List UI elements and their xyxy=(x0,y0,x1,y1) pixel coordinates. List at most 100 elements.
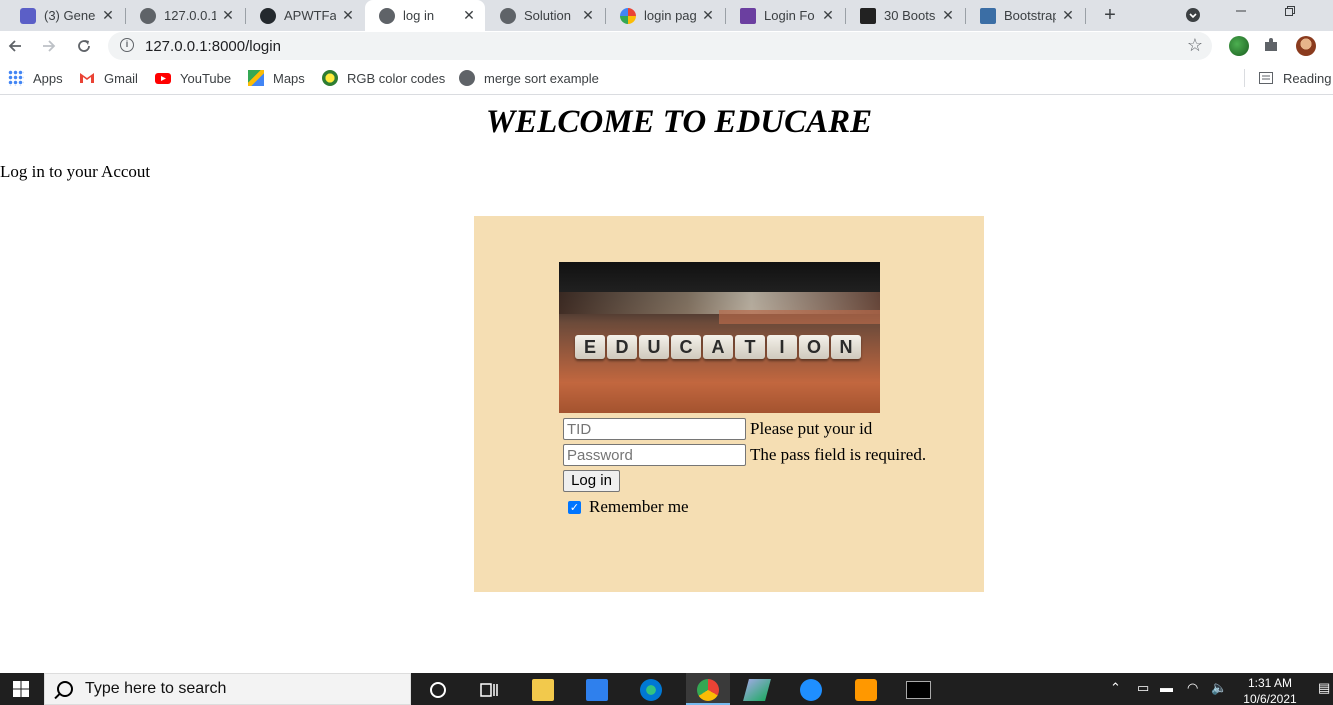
tab-google[interactable]: login pag ✕ xyxy=(606,0,724,31)
tab-title: Login Fo xyxy=(764,8,815,23)
globe-icon xyxy=(500,7,516,24)
tab-github[interactable]: APWTFall ✕ xyxy=(246,0,364,31)
extensions-puzzle-icon[interactable] xyxy=(1262,36,1282,56)
page-content: WELCOME TO EDUCARE Log in to your Accout… xyxy=(0,96,1333,673)
letter-cube: E xyxy=(575,335,605,359)
colorlib-icon xyxy=(740,7,756,24)
system-clock[interactable]: 1:31 AM 10/6/2021 xyxy=(1238,675,1302,705)
password-error-text: The pass field is required. xyxy=(750,445,927,464)
notifications-icon[interactable]: ▤ xyxy=(1318,680,1330,696)
bookmark-apps[interactable]: Apps xyxy=(8,69,63,87)
bookmark-youtube[interactable]: YouTube xyxy=(155,69,231,87)
cortana-icon[interactable] xyxy=(427,679,449,701)
letter-cube: D xyxy=(607,335,637,359)
edge-icon[interactable] xyxy=(640,679,662,701)
remember-me-checkbox[interactable]: ✓ xyxy=(568,500,581,514)
bootstrap-icon xyxy=(980,7,996,24)
close-icon[interactable]: ✕ xyxy=(1060,7,1076,24)
tab-solution[interactable]: Solution ✕ xyxy=(486,0,604,31)
tray-chevron-icon[interactable]: ⌃ xyxy=(1110,680,1121,696)
volume-icon[interactable]: 🔈 xyxy=(1211,680,1227,696)
password-input[interactable] xyxy=(563,444,746,466)
tab-teams[interactable]: (3) Gener ✕ xyxy=(6,0,124,31)
forward-arrow-icon[interactable] xyxy=(38,35,60,57)
apps-grid-icon xyxy=(8,70,24,86)
terminal-icon[interactable] xyxy=(906,681,931,699)
letter-cube: T xyxy=(735,335,765,359)
letter-cube: C xyxy=(671,335,701,359)
close-icon[interactable]: ✕ xyxy=(940,7,956,24)
close-icon[interactable]: ✕ xyxy=(340,7,356,24)
letter-cube: I xyxy=(767,335,797,359)
globe-icon xyxy=(379,7,395,24)
tid-input[interactable] xyxy=(563,418,746,440)
bookmark-gmail[interactable]: Gmail xyxy=(79,69,138,87)
tab-login-form[interactable]: Login Fo ✕ xyxy=(726,0,844,31)
login-button[interactable]: Log in xyxy=(563,470,620,492)
wifi-icon[interactable]: ◠ xyxy=(1187,680,1198,696)
teamviewer-icon[interactable] xyxy=(800,679,822,701)
globe-icon xyxy=(459,70,475,86)
reading-list-icon xyxy=(1258,70,1274,86)
reload-icon[interactable] xyxy=(73,35,95,57)
close-icon[interactable]: ✕ xyxy=(461,7,477,24)
tab-title: 30 Boots xyxy=(884,8,936,23)
letter-cube: U xyxy=(639,335,669,359)
extension-globe-icon[interactable] xyxy=(1229,36,1249,56)
password-row: The pass field is required. xyxy=(563,444,926,466)
back-arrow-icon[interactable] xyxy=(4,35,26,57)
meet-now-icon[interactable]: ▭ xyxy=(1137,680,1149,696)
tab-login-active[interactable]: log in ✕ xyxy=(365,0,485,31)
tid-row: Please put your id xyxy=(563,418,872,440)
tab-search-icon[interactable] xyxy=(1178,4,1208,26)
letter-cubes: E D U C A T I O N xyxy=(575,335,861,359)
windows-start-icon[interactable] xyxy=(0,673,42,705)
tab-title: APWTFall xyxy=(284,8,336,23)
page-title: WELCOME TO EDUCARE xyxy=(485,104,873,140)
profile-avatar[interactable] xyxy=(1296,36,1316,56)
close-icon[interactable]: ✕ xyxy=(700,7,716,24)
mail-icon[interactable] xyxy=(586,679,608,701)
restore-icon[interactable] xyxy=(1275,0,1305,22)
tab-bootstrap[interactable]: Bootstrap ✕ xyxy=(966,0,1084,31)
close-icon[interactable]: ✕ xyxy=(100,7,116,24)
teams-icon xyxy=(20,7,36,24)
task-view-icon[interactable] xyxy=(478,679,500,701)
maps-icon xyxy=(248,70,264,86)
tab-title: Bootstrap xyxy=(1004,8,1056,23)
chrome-taskbar-button[interactable] xyxy=(686,673,730,705)
tab-title: (3) Gener xyxy=(44,8,96,23)
site-info-icon[interactable]: i xyxy=(120,38,134,52)
sublime-text-icon[interactable] xyxy=(855,679,877,701)
tab-separator xyxy=(1085,8,1086,24)
clock-time: 1:31 AM xyxy=(1247,676,1293,690)
app-icon[interactable] xyxy=(743,679,771,701)
reading-list-button[interactable]: Reading xyxy=(1244,69,1331,87)
bookmarks-bar: Apps Gmail YouTube Maps RGB color codes … xyxy=(0,62,1333,95)
new-tab-button[interactable]: + xyxy=(1100,0,1120,31)
tab-localhost[interactable]: 127.0.0.1 ✕ xyxy=(126,0,244,31)
file-explorer-icon[interactable] xyxy=(532,679,554,701)
bookmark-star-icon[interactable]: ☆ xyxy=(1187,35,1203,56)
chrome-icon xyxy=(697,679,719,701)
f-icon xyxy=(860,7,876,24)
tab-bootstrap-30[interactable]: 30 Boots ✕ xyxy=(846,0,964,31)
remember-me-row: ✓ Remember me xyxy=(568,497,689,517)
taskbar-search[interactable]: Type here to search xyxy=(44,673,411,705)
minimize-icon[interactable] xyxy=(1226,0,1256,22)
bookmark-maps[interactable]: Maps xyxy=(248,69,305,87)
bookmark-label: YouTube xyxy=(180,70,232,86)
url-text[interactable]: 127.0.0.1:8000/login xyxy=(145,38,281,55)
close-icon[interactable]: ✕ xyxy=(820,7,836,24)
bookmark-merge-sort[interactable]: merge sort example xyxy=(459,69,599,87)
close-icon[interactable]: ✕ xyxy=(580,7,596,24)
search-placeholder: Type here to search xyxy=(85,680,227,697)
tab-title: 127.0.0.1 xyxy=(164,8,216,23)
close-icon[interactable]: ✕ xyxy=(220,7,236,24)
bookmark-rgb[interactable]: RGB color codes xyxy=(322,69,445,87)
address-bar[interactable]: i 127.0.0.1:8000/login ☆ xyxy=(108,32,1212,60)
bookmark-label: Maps xyxy=(273,70,305,86)
battery-icon[interactable]: ▬ xyxy=(1160,680,1173,695)
github-icon xyxy=(260,7,276,24)
youtube-icon xyxy=(155,70,171,86)
